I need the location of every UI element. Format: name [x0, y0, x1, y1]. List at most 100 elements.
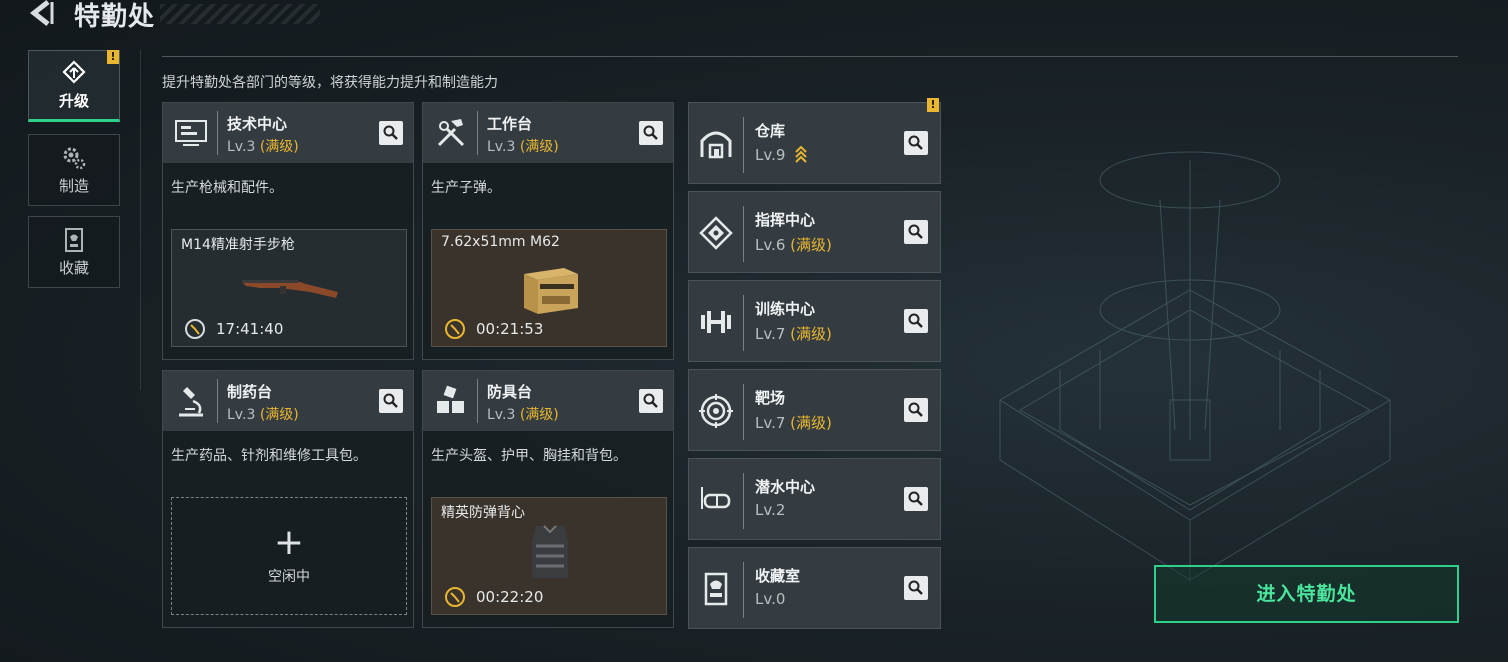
timer-icon — [185, 319, 205, 339]
blocks-icon — [437, 385, 464, 413]
nav-collection[interactable]: 收藏 — [28, 216, 120, 288]
tools-icon — [437, 119, 465, 147]
max-level-tag: (满级) — [790, 236, 832, 254]
production-timer: 17:41:40 — [184, 318, 283, 340]
max-level-tag: (满级) — [519, 139, 559, 155]
department-card-warehouse[interactable]: 仓库 Lv.9 — [688, 102, 941, 184]
search-icon — [908, 313, 923, 328]
max-level-tag: (满级) — [790, 414, 832, 432]
nav-craft[interactable]: 制造 — [28, 134, 120, 206]
target-icon — [699, 394, 733, 428]
department-card-command-center[interactable]: 指挥中心 Lv.6 (满级) — [688, 191, 941, 273]
search-icon — [383, 125, 398, 140]
search-button[interactable] — [904, 220, 928, 244]
gears-icon — [63, 147, 86, 169]
production-slot[interactable]: 7.62x51mm M62 00:21:53 — [431, 229, 667, 347]
search-button[interactable] — [904, 398, 928, 422]
search-icon — [908, 135, 923, 150]
diving-mask-icon — [701, 487, 731, 509]
search-icon — [908, 402, 923, 417]
upgrade-available-icon — [795, 145, 807, 163]
search-button[interactable] — [904, 487, 928, 511]
department-name: 靶场 — [755, 389, 786, 407]
nav-collection-label: 收藏 — [58, 258, 89, 277]
max-level-tag: (满级) — [259, 139, 299, 155]
section-description: 提升特勤处各部门的等级，将获得能力提升和制造能力 — [162, 75, 498, 91]
workshop-name: 工作台 — [487, 115, 533, 133]
nav-craft-label: 制造 — [58, 176, 89, 195]
upgrade-icon — [62, 59, 86, 84]
search-button[interactable] — [639, 121, 663, 145]
back-button[interactable] — [28, 0, 58, 28]
command-center-icon — [699, 216, 733, 250]
production-timer: 00:22:20 — [444, 586, 543, 608]
computer-icon — [175, 120, 207, 146]
header-divider — [743, 295, 744, 351]
production-item-name: 7.62x51mm M62 — [441, 234, 560, 250]
header-divider — [217, 111, 218, 155]
warehouse-alert-badge: ! — [927, 98, 939, 112]
search-icon — [643, 393, 658, 408]
search-button[interactable] — [904, 576, 928, 600]
timer-icon — [445, 319, 465, 339]
base-wireframe-art — [999, 151, 1392, 581]
header-divider — [162, 56, 1458, 57]
department-level: Lv.2 — [755, 501, 786, 519]
header-divider — [743, 117, 744, 173]
nav-upgrade-alert-badge: ! — [107, 50, 119, 64]
nav-divider — [140, 50, 141, 390]
workshop-card-armor-bench[interactable]: 防具台 Lv.3 (满级) 生产头盔、护甲、胸挂和背包。 精英防弹背心 00:2… — [422, 370, 674, 628]
production-slot[interactable]: M14精准射手步枪 17:41:40 — [171, 229, 407, 347]
production-timer: 00:21:53 — [444, 318, 543, 340]
enter-special-ops-button[interactable]: 进入特勤处 — [1154, 565, 1459, 623]
department-card-collection-room[interactable]: 收藏室 Lv.0 — [688, 547, 941, 629]
department-level: Lv.0 — [755, 590, 786, 608]
warehouse-icon — [700, 131, 732, 159]
nav-upgrade-label: 升级 — [58, 91, 89, 110]
search-button[interactable] — [904, 309, 928, 333]
department-level: Lv.6 (满级) — [755, 236, 832, 254]
header-divider — [743, 384, 744, 440]
header-divider — [743, 206, 744, 262]
max-level-tag: (满级) — [259, 407, 299, 423]
department-name: 潜水中心 — [755, 478, 816, 496]
workshop-level: Lv.3 (满级) — [487, 139, 559, 155]
dumbbell-icon — [701, 311, 731, 333]
department-card-diving-center[interactable]: 潜水中心 Lv.2 — [688, 458, 941, 540]
department-level: Lv.7 (满级) — [755, 325, 832, 343]
department-name: 仓库 — [755, 122, 786, 140]
department-card-shooting-range[interactable]: 靶场 Lv.7 (满级) — [688, 369, 941, 451]
search-button[interactable] — [379, 389, 403, 413]
workshop-description: 生产头盔、护甲、胸挂和背包。 — [431, 448, 627, 464]
workshop-card-pharmacy[interactable]: 制药台 Lv.3 (满级) 生产药品、针剂和维修工具包。 + 空闲中 — [162, 370, 414, 628]
workshop-name: 技术中心 — [227, 115, 288, 133]
search-icon — [908, 224, 923, 239]
back-arrow-icon — [29, 0, 54, 26]
workshop-name: 防具台 — [487, 383, 533, 401]
microscope-icon — [179, 387, 203, 417]
header-divider — [743, 473, 744, 529]
idle-label: 空闲中 — [268, 569, 310, 585]
search-button[interactable] — [639, 389, 663, 413]
empty-production-slot[interactable]: + 空闲中 — [171, 497, 407, 615]
header-divider — [477, 111, 478, 155]
search-button[interactable] — [379, 121, 403, 145]
search-icon — [643, 125, 658, 140]
department-level: Lv.7 (满级) — [755, 414, 832, 432]
rifle-image — [242, 280, 338, 298]
workshop-description: 生产子弹。 — [431, 180, 501, 196]
collection-room-icon — [704, 572, 728, 606]
title-stripe-decoration — [160, 4, 320, 24]
max-level-tag: (满级) — [519, 407, 559, 423]
workshop-card-tech-center[interactable]: 技术中心 Lv.3 (满级) 生产枪械和配件。 M14精准射手步枪 17:41:… — [162, 102, 414, 360]
max-level-tag: (满级) — [790, 325, 832, 343]
search-icon — [908, 580, 923, 595]
header-divider — [743, 562, 744, 618]
search-button[interactable] — [904, 131, 928, 155]
collection-icon — [65, 227, 83, 252]
workshop-card-workbench[interactable]: 工作台 Lv.3 (满级) 生产子弹。 7.62x51mm M62 00:21:… — [422, 102, 674, 360]
timer-icon — [445, 587, 465, 607]
department-card-training-center[interactable]: 训练中心 Lv.7 (满级) — [688, 280, 941, 362]
search-icon — [383, 393, 398, 408]
production-slot[interactable]: 精英防弹背心 00:22:20 — [431, 497, 667, 615]
